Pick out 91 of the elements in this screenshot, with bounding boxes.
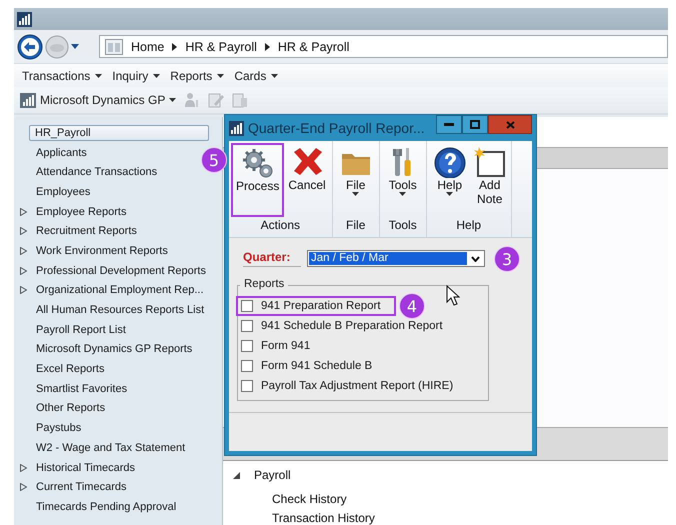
ribbon-button[interactable]: Cancel (284, 143, 330, 217)
ribbon-group-label: Actions (260, 217, 300, 234)
cursor-icon (446, 285, 460, 306)
checkbox[interactable] (241, 360, 253, 372)
tree-item[interactable]: Check History (272, 492, 347, 506)
checkbox[interactable] (241, 380, 253, 392)
sidebar-item[interactable]: All Human Resources Reports List (33, 302, 208, 318)
back-button[interactable] (17, 34, 43, 60)
help-icon (432, 146, 467, 178)
ribbon-group-label: Tools (388, 217, 417, 234)
checkbox[interactable] (241, 340, 253, 352)
ribbon-group-label: Help (456, 217, 482, 234)
step-badge: 3 (494, 246, 520, 272)
expand-arrow-icon[interactable] (20, 227, 27, 236)
close-icon (506, 120, 514, 128)
caret-icon (153, 74, 160, 78)
sidebar-item[interactable]: Employees (33, 184, 94, 200)
expand-arrow-icon[interactable] (20, 246, 27, 255)
sidebar-item[interactable]: Smartlist Favorites (33, 380, 130, 397)
sidebar-item[interactable]: Applicants (33, 144, 90, 161)
sidebar-item[interactable]: HR_Payroll (29, 124, 209, 141)
sidebar-item[interactable]: Attendance Transactions (33, 164, 160, 180)
checkbox-label: Payroll Tax Adjustment Report (HIRE) (261, 380, 454, 392)
sidebar-item[interactable]: Recruitment Reports (33, 223, 140, 240)
checkbox[interactable] (241, 320, 253, 332)
ribbon-button[interactable]: Process (231, 143, 284, 217)
expand-arrow-icon[interactable] (20, 208, 27, 216)
sidebar-item[interactable]: Work Environment Reports (33, 242, 171, 259)
dropdown-caret-icon (470, 256, 480, 262)
menu-item[interactable]: Inquiry (112, 68, 160, 82)
sidebar-item[interactable]: Payroll Report List (33, 322, 129, 338)
menu-item[interactable]: Cards (234, 68, 278, 82)
maximize-button[interactable] (462, 115, 488, 134)
app-logo-icon (17, 12, 32, 26)
menu-item[interactable]: Transactions (22, 68, 102, 82)
quarter-dropdown[interactable]: Jan / Feb / Mar (307, 250, 485, 267)
sidebar-item[interactable]: Excel Reports (33, 361, 108, 378)
expand-arrow-icon[interactable] (20, 464, 27, 472)
menu-item[interactable]: Reports (170, 68, 224, 82)
expand-arrow-icon[interactable] (20, 286, 27, 294)
checkbox-label: 941 Preparation Report (261, 300, 381, 312)
sidebar-item[interactable]: Paystubs (33, 420, 84, 436)
sidebar-item[interactable]: Professional Development Reports (33, 262, 209, 279)
expand-arrow-icon[interactable] (20, 266, 27, 275)
checkbox-label: 941 Schedule B Preparation Report (261, 320, 443, 332)
ribbon-button[interactable]: Help (428, 143, 471, 217)
window-title: Quarter-End Payroll Repor... (248, 120, 425, 136)
expand-arrow-icon[interactable] (20, 483, 27, 492)
minimize-icon (444, 123, 454, 126)
separator-arrow-icon (172, 42, 178, 50)
breadcrumb-link[interactable]: HR & Payroll (185, 40, 257, 54)
tree-item[interactable]: Payroll (254, 468, 291, 482)
ribbon-button[interactable]: Add Note (470, 143, 509, 217)
caret-icon (95, 74, 102, 78)
close-button[interactable] (488, 115, 532, 134)
step-badge: 4 (399, 293, 425, 319)
checkbox[interactable] (241, 300, 253, 312)
caret-icon (271, 74, 278, 78)
history-caret-icon[interactable] (71, 44, 79, 49)
checkbox-label: Form 941 (261, 340, 310, 352)
page-icon (105, 38, 123, 54)
collapse-arrow-icon[interactable] (233, 472, 240, 479)
sidebar-item[interactable]: Other Reports (33, 400, 108, 416)
minimize-button[interactable] (436, 115, 462, 134)
gears-icon (240, 147, 275, 179)
breadcrumb-link[interactable]: HR & Payroll (278, 40, 350, 54)
forward-circle-icon (45, 34, 69, 58)
app-menu-button[interactable]: Microsoft Dynamics GP (20, 92, 176, 108)
app-logo-icon (229, 120, 244, 136)
ribbon-button[interactable]: File (334, 143, 377, 217)
sidebar-item[interactable]: W2 - Wage and Tax Statement (33, 440, 188, 456)
sidebar-item[interactable]: Historical Timecards (33, 460, 138, 476)
sidebar-item[interactable]: Current Timecards (33, 479, 130, 496)
note-icon (472, 146, 507, 178)
app-logo-icon (20, 92, 36, 108)
caret-icon (169, 98, 176, 102)
field-label: Quarter: (243, 250, 301, 267)
sidebar-item[interactable]: Microsoft Dynamics GP Reports (33, 341, 196, 358)
ribbon-group-label: File (346, 217, 366, 234)
tree-item[interactable]: Transaction History (272, 511, 375, 525)
separator-arrow-icon (264, 42, 270, 50)
sidebar-item[interactable]: Timecards Pending Approval (33, 498, 180, 515)
caret-icon (217, 74, 224, 78)
sidebar-item[interactable]: Organizational Employment Rep... (33, 282, 207, 298)
ribbon-button[interactable]: Tools (382, 143, 424, 217)
breadcrumb-link[interactable]: Home (131, 40, 164, 54)
address-bar[interactable]: Home HR & Payroll HR & Payroll (99, 35, 668, 58)
group-label: Reports (240, 278, 288, 290)
maximize-icon (470, 120, 480, 129)
sidebar-item[interactable]: Employee Reports (33, 204, 130, 220)
checkbox-label: Form 941 Schedule B (261, 360, 372, 372)
